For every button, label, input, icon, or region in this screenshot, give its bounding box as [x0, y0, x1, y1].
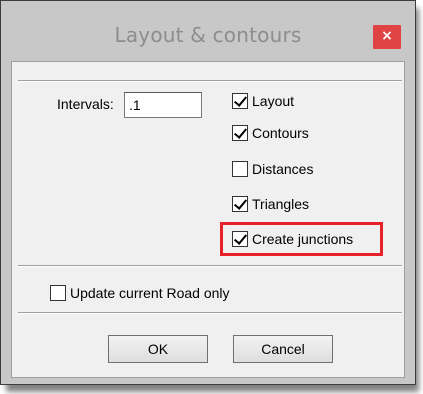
middle-separator [18, 265, 402, 267]
layout-checkbox-label: Layout [252, 93, 295, 109]
create-junctions-highlight-box [220, 222, 383, 256]
cancel-button[interactable]: Cancel [233, 335, 333, 363]
intervals-label: Intervals: [57, 96, 114, 112]
distances-checkbox-label: Distances [252, 161, 314, 177]
close-button[interactable]: × [373, 25, 401, 49]
distances-checkbox[interactable] [232, 161, 248, 177]
contours-checkbox-row[interactable]: Contours [232, 122, 309, 144]
layout-checkbox-row[interactable]: Layout [232, 90, 294, 112]
triangles-checkbox-label: Triangles [252, 196, 310, 212]
intervals-input[interactable] [124, 92, 202, 118]
close-icon: × [381, 28, 393, 44]
screenshot-stage: Layout & contours × Intervals: Layout Co… [0, 0, 423, 394]
title-bar[interactable]: Layout & contours × [1, 1, 415, 61]
update-current-road-checkbox-row[interactable]: Update current Road only [50, 282, 230, 304]
triangles-checkbox-row[interactable]: Triangles [232, 193, 309, 215]
top-separator [18, 80, 402, 82]
layout-checkbox[interactable] [232, 93, 248, 109]
update-current-road-checkbox[interactable] [50, 285, 66, 301]
dialog-window: Layout & contours × [0, 0, 416, 385]
triangles-checkbox[interactable] [232, 196, 248, 212]
update-current-road-label: Update current Road only [70, 285, 230, 301]
bottom-separator [18, 312, 402, 314]
contours-checkbox-label: Contours [252, 125, 309, 141]
contours-checkbox[interactable] [232, 125, 248, 141]
ok-button[interactable]: OK [108, 335, 208, 363]
distances-checkbox-row[interactable]: Distances [232, 158, 313, 180]
window-title: Layout & contours [114, 23, 302, 47]
